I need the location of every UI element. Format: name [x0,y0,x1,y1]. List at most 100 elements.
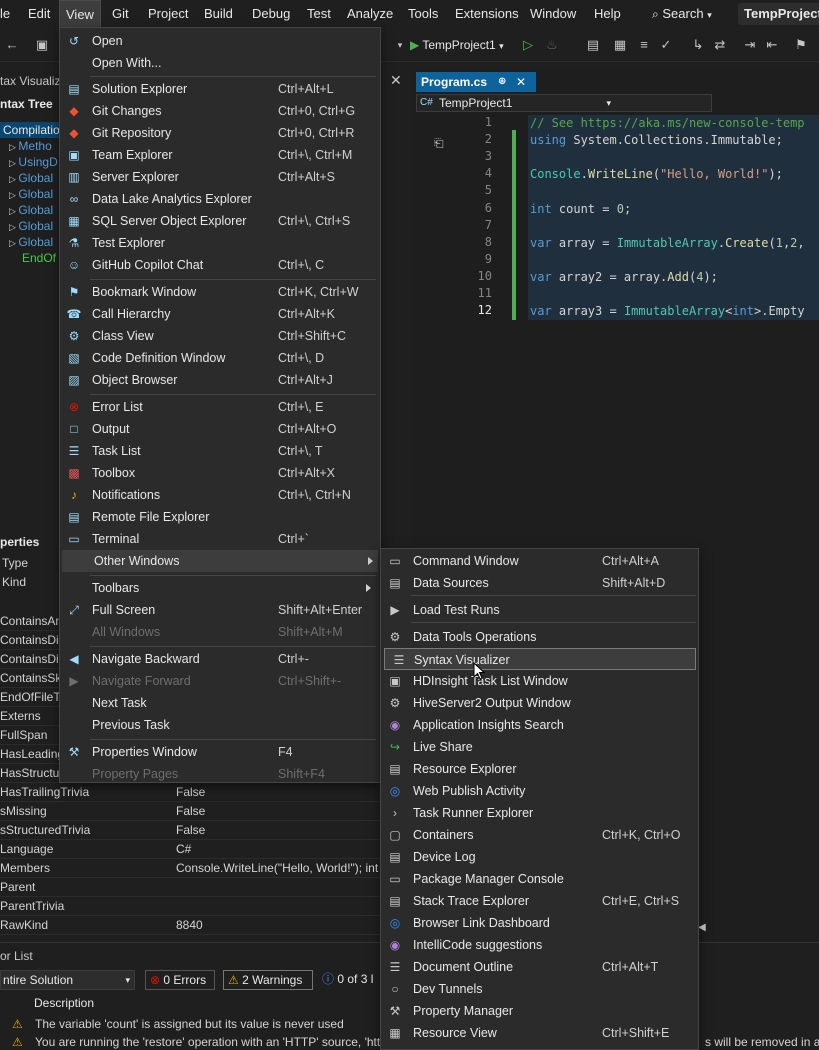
tree-item[interactable]: ▷ Global [9,234,53,250]
close-icon[interactable]: ✕ [390,72,402,89]
view-menu-item-previous-task[interactable]: Previous Task [60,714,380,736]
prop-row[interactable]: ParentTrivia [0,897,410,916]
code-line[interactable]: using System.Collections.Immutable; [530,132,783,149]
start-debugging-button[interactable]: ▶ TempProject1 ▾ [410,36,504,54]
hot-reload-icon[interactable]: ♨ [544,37,560,53]
other-windows-item-browser-link-dashboard[interactable]: ◎ Browser Link Dashboard [381,912,698,934]
new-item-icon[interactable]: ▣ [34,37,50,53]
view-menu-item-navigate-backward[interactable]: ◀ Navigate Backward Ctrl+- [60,648,380,670]
horizontal-scrollbar[interactable]: ◀ [698,922,808,934]
view-menu-item-remote-file-explorer[interactable]: ▤ Remote File Explorer [60,506,380,528]
other-windows-item-stack-trace-explorer[interactable]: ▤ Stack Trace Explorer Ctrl+E, Ctrl+S [381,890,698,912]
view-menu-item-test-explorer[interactable]: ⚗ Test Explorer [60,232,380,254]
menu-extensions[interactable]: Extensions [449,0,525,28]
other-windows-item-resource-explorer[interactable]: ▤ Resource Explorer [381,758,698,780]
other-windows-item-load-test-runs[interactable]: ▶ Load Test Runs [381,599,698,621]
code-line[interactable]: // See https://aka.ms/new-console-temp [530,115,805,132]
view-menu-item-team-explorer[interactable]: ▣ Team Explorer Ctrl+\, Ctrl+M [60,144,380,166]
other-windows-item-document-outline[interactable]: ☰ Document Outline Ctrl+Alt+T [381,956,698,978]
view-menu-item-notifications[interactable]: ♪ Notifications Ctrl+\, Ctrl+N [60,484,380,506]
tree-item[interactable]: ▷ Global [9,186,53,202]
description-column-header[interactable]: Description [34,996,94,1010]
other-windows-item-containers[interactable]: ▢ Containers Ctrl+K, Ctrl+O [381,824,698,846]
view-menu-item-other-windows[interactable]: Other Windows [62,550,378,572]
prop-row[interactable]: Parent [0,878,410,897]
indent-icon[interactable]: ⇥ [742,37,758,53]
other-windows-item-live-share[interactable]: ↪ Live Share [381,736,698,758]
other-windows-item-intellicode-suggestions[interactable]: ◉ IntelliCode suggestions [381,934,698,956]
view-menu-item-git-changes[interactable]: ◆ Git Changes Ctrl+0, Ctrl+G [60,100,380,122]
other-windows-item-package-manager-console[interactable]: ▭ Package Manager Console [381,868,698,890]
format-icon[interactable]: ≡ [636,37,652,53]
code-line[interactable]: int count = 0; [530,201,631,218]
other-windows-item-application-insights-search[interactable]: ◉ Application Insights Search [381,714,698,736]
menu-build[interactable]: Build [198,0,239,28]
errors-filter-button[interactable]: ⊗ 0 Errors [145,970,215,990]
tree-item[interactable]: ▷ Global [9,202,53,218]
view-menu-item-all-windows[interactable]: All Windows Shift+Alt+M [60,621,380,643]
view-menu-item-server-explorer[interactable]: ▥ Server Explorer Ctrl+Alt+S [60,166,380,188]
view-menu-item-task-list[interactable]: ☰ Task List Ctrl+\, T [60,440,380,462]
start-without-debugging-icon[interactable]: ▷ [520,37,536,53]
tree-item[interactable]: ▷ Global [9,218,53,234]
layout-icon[interactable]: ▦ [612,37,628,53]
other-windows-item-hiveserver2-output-window[interactable]: ⚙ HiveServer2 Output Window [381,692,698,714]
view-menu-item-solution-explorer[interactable]: ▤ Solution Explorer Ctrl+Alt+L [60,78,380,100]
prop-row[interactable]: Members Console.WriteLine("Hello, World!"… [0,859,410,878]
menu-view[interactable]: View [59,0,101,28]
prop-row[interactable]: RawKind 8840 [0,916,410,935]
search-box[interactable]: ⌕ Search ▾ [646,0,718,28]
code-line[interactable]: var array3 = ImmutableArray<int>.Empty [530,303,805,320]
bookmark-icon[interactable]: ⚑ [793,37,809,53]
prop-row[interactable]: sStructuredTrivia False [0,821,410,840]
menu-window[interactable]: Window [524,0,582,28]
prop-row[interactable]: HasTrailingTrivia False [0,783,410,802]
view-menu-item-open-with[interactable]: Open With... [60,52,380,74]
messages-filter-button[interactable]: ⓘ 0 of 3 l [322,970,382,990]
tree-item[interactable]: EndOf [22,250,56,266]
other-windows-item-device-log[interactable]: ▤ Device Log [381,846,698,868]
view-menu-item-class-view[interactable]: ⚙ Class View Ctrl+Shift+C [60,325,380,347]
menu-help[interactable]: Help [588,0,627,28]
menu-analyze[interactable]: Analyze [341,0,399,28]
view-menu-item-next-task[interactable]: Next Task [60,692,380,714]
view-menu-item-properties-window[interactable]: ⚒ Properties Window F4 [60,741,380,763]
other-windows-item-web-publish-activity[interactable]: ◎ Web Publish Activity [381,780,698,802]
view-menu-item-call-hierarchy[interactable]: ☎ Call Hierarchy Ctrl+Alt+K [60,303,380,325]
view-menu-item-output[interactable]: □ Output Ctrl+Alt+O [60,418,380,440]
menu-project[interactable]: Project [142,0,194,28]
view-menu-item-error-list[interactable]: ⊗ Error List Ctrl+\, E [60,396,380,418]
other-windows-item-dev-tunnels[interactable]: ○ Dev Tunnels [381,978,698,1000]
code-lens-icon[interactable]: ⎗ [434,136,444,151]
view-menu-item-open[interactable]: ↺ Open [60,30,380,52]
view-menu-item-full-screen[interactable]: ⤢ Full Screen Shift+Alt+Enter [60,599,380,621]
menu-file[interactable]: le [0,0,16,28]
view-menu-item-object-browser[interactable]: ▨ Object Browser Ctrl+Alt+J [60,369,380,391]
code-line[interactable]: Console.WriteLine("Hello, World!"); [530,166,783,183]
view-menu-item-data-lake-analytics-explorer[interactable]: ∞ Data Lake Analytics Explorer [60,188,380,210]
other-windows-item-syntax-visualizer[interactable]: ☰ Syntax Visualizer [384,648,696,670]
other-windows-item-data-tools-operations[interactable]: ⚙ Data Tools Operations [381,626,698,648]
prop-row[interactable]: Language C# [0,840,410,859]
close-icon[interactable]: ✕ [516,72,526,92]
other-windows-item-hdinsight-task-list-window[interactable]: ▣ HDInsight Task List Window [381,670,698,692]
tab-program-cs[interactable]: Program.cs ⊕ ✕ [416,72,536,92]
other-windows-item-command-window[interactable]: ▭ Command Window Ctrl+Alt+A [381,550,698,572]
spell-check-icon[interactable]: ✓ [658,37,674,53]
tree-item[interactable]: Compilatio [3,122,60,138]
menu-tools[interactable]: Tools [402,0,444,28]
other-windows-item-data-sources[interactable]: ▤ Data Sources Shift+Alt+D [381,572,698,594]
menu-debug[interactable]: Debug [246,0,296,28]
pin-icon[interactable]: ⊕ [498,72,506,92]
folder-icon[interactable]: ▤ [585,37,601,53]
project-dropdown[interactable]: C# TempProject1 ▾ [416,94,712,112]
tree-item[interactable]: ▷ Metho [9,138,52,154]
view-menu-item-toolbars[interactable]: Toolbars [60,577,380,599]
view-menu-item-terminal[interactable]: ▭ Terminal Ctrl+` [60,528,380,550]
align-icon[interactable]: ⇄ [712,37,728,53]
other-windows-item-task-runner-explorer[interactable]: › Task Runner Explorer [381,802,698,824]
view-menu-item-sql-server-object-explorer[interactable]: ▦ SQL Server Object Explorer Ctrl+\, Ctrl+… [60,210,380,232]
warnings-filter-button[interactable]: ⚠ 2 Warnings [223,970,313,990]
code-line[interactable]: var array = ImmutableArray.Create(1,2, [530,235,805,252]
menu-edit[interactable]: Edit [22,0,56,28]
